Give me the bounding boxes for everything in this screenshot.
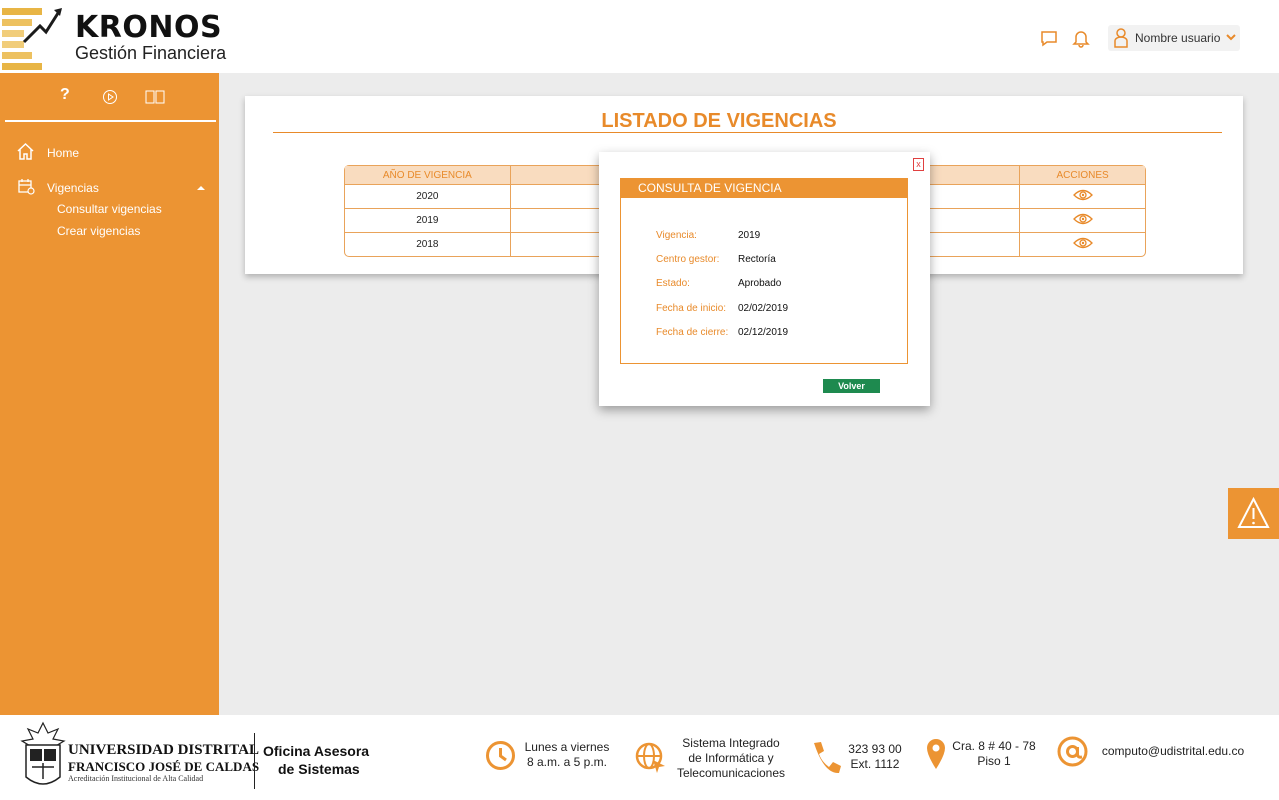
field-fecha-cierre: Fecha de cierre: 02/12/2019 [656, 327, 788, 338]
page-title: LISTADO DE VIGENCIAS [601, 110, 837, 132]
system-line2: de Informática y [688, 751, 774, 765]
university-name-line1: UNIVERSIDAD DISTRITAL [68, 742, 260, 758]
modal-content-box: Vigencia: 2019 Centro gestor: Rectoría E… [620, 198, 908, 364]
field-value: Aprobado [738, 278, 782, 289]
phone-icon [814, 742, 841, 774]
sidebar-item-home[interactable]: Home [16, 142, 196, 162]
brand-subtitle: Gestión Financiera [75, 43, 227, 63]
globe-cursor-icon [635, 742, 665, 773]
field-label: Fecha de inicio: [656, 303, 727, 314]
user-icon [1114, 28, 1128, 48]
field-label: Centro gestor: [656, 254, 720, 265]
calendar-icon [18, 179, 35, 195]
app-header: KRONOS Gestión Financiera Nombre usuario [0, 0, 1279, 73]
volver-button[interactable]: Volver [823, 379, 880, 393]
location-pin-icon [927, 739, 945, 769]
field-label: Fecha de cierre: [656, 327, 729, 338]
close-button[interactable]: x [913, 158, 924, 171]
phone-line1: 323 93 00 [848, 742, 902, 756]
play-icon[interactable] [102, 89, 118, 105]
system-line3: Telecomunicaciones [676, 766, 786, 780]
email-link[interactable]: computo@udistrital.edu.co [1092, 744, 1254, 759]
year-cell: 2019 [345, 208, 511, 232]
column-header-actions: ACCIONES [1020, 166, 1145, 184]
help-icon[interactable]: ? [60, 86, 70, 104]
sidebar: ? Home Vigencias Consultar vigencias Cre… [0, 73, 219, 715]
hours-line2: 8 a.m. a 5 p.m. [526, 755, 608, 769]
field-fecha-inicio: Fecha de inicio: 02/02/2019 [656, 303, 788, 314]
footer-divider [254, 733, 255, 789]
office-name-line1: Oficina Asesora [263, 743, 370, 759]
actions-cell [1020, 208, 1145, 232]
home-icon [17, 142, 34, 160]
footer: UNIVERSIDAD DISTRITAL FRANCISCO JOSÉ DE … [0, 715, 1279, 800]
clock-icon [486, 741, 515, 770]
book-icon[interactable] [145, 89, 165, 104]
view-eye-icon[interactable] [1072, 213, 1093, 225]
hours-line1: Lunes a viernes [524, 740, 610, 754]
field-value: Rectoría [738, 254, 776, 265]
sidebar-subitem-consultar-vigencias[interactable]: Consultar vigencias [57, 202, 162, 216]
kronos-logo-icon [2, 8, 62, 70]
university-name-line2: FRANCISCO JOSÉ DE CALDAS [68, 759, 260, 774]
university-crest-icon [20, 721, 66, 785]
modal-title: CONSULTA DE VIGENCIA [620, 178, 908, 198]
column-header-year: AÑO DE VIGENCIA [345, 166, 511, 184]
actions-cell [1020, 232, 1145, 256]
year-cell: 2020 [345, 184, 511, 208]
address-line1: Cra. 8 # 40 - 78 [952, 739, 1036, 753]
university-accreditation: Acreditación Institucional de Alta Calid… [68, 774, 204, 783]
chevron-down-icon[interactable] [1226, 33, 1236, 41]
view-eye-icon[interactable] [1072, 237, 1093, 249]
sidebar-subitem-crear-vigencias[interactable]: Crear vigencias [57, 224, 140, 238]
chat-icon[interactable] [1039, 28, 1059, 48]
year-cell: 2018 [345, 232, 511, 256]
sidebar-item-vigencias[interactable]: Vigencias [16, 177, 206, 197]
office-name-line2: de Sistemas [278, 761, 360, 777]
user-menu[interactable]: Nombre usuario [1108, 25, 1240, 51]
system-line1: Sistema Integrado [682, 736, 780, 750]
actions-cell [1020, 184, 1145, 208]
chevron-up-icon[interactable] [196, 185, 206, 191]
sidebar-item-label: Home [47, 146, 80, 160]
alert-tab[interactable] [1228, 488, 1279, 539]
warning-icon [1237, 496, 1270, 528]
consulta-vigencia-modal: x CONSULTA DE VIGENCIA Vigencia: 2019 Ce… [599, 152, 930, 406]
field-value: 2019 [738, 230, 761, 241]
phone-line2: Ext. 1112 [850, 757, 900, 771]
view-eye-icon[interactable] [1072, 189, 1093, 201]
address-line2: Piso 1 [977, 754, 1011, 768]
field-estado: Estado: Aprobado [656, 278, 781, 289]
field-vigencia: Vigencia: 2019 [656, 230, 760, 241]
at-sign-icon [1057, 736, 1088, 767]
field-centro-gestor: Centro gestor: Rectoría [656, 254, 776, 265]
field-value: 02/02/2019 [738, 303, 789, 314]
field-label: Estado: [656, 278, 690, 289]
title-underline [273, 132, 1222, 133]
bell-icon[interactable] [1071, 28, 1091, 48]
field-value: 02/12/2019 [738, 327, 789, 338]
sidebar-divider [5, 120, 216, 122]
sidebar-item-label: Vigencias [47, 181, 99, 195]
user-name: Nombre usuario [1135, 31, 1221, 45]
field-label: Vigencia: [656, 230, 697, 241]
brand-title: KRONOS [75, 10, 223, 45]
